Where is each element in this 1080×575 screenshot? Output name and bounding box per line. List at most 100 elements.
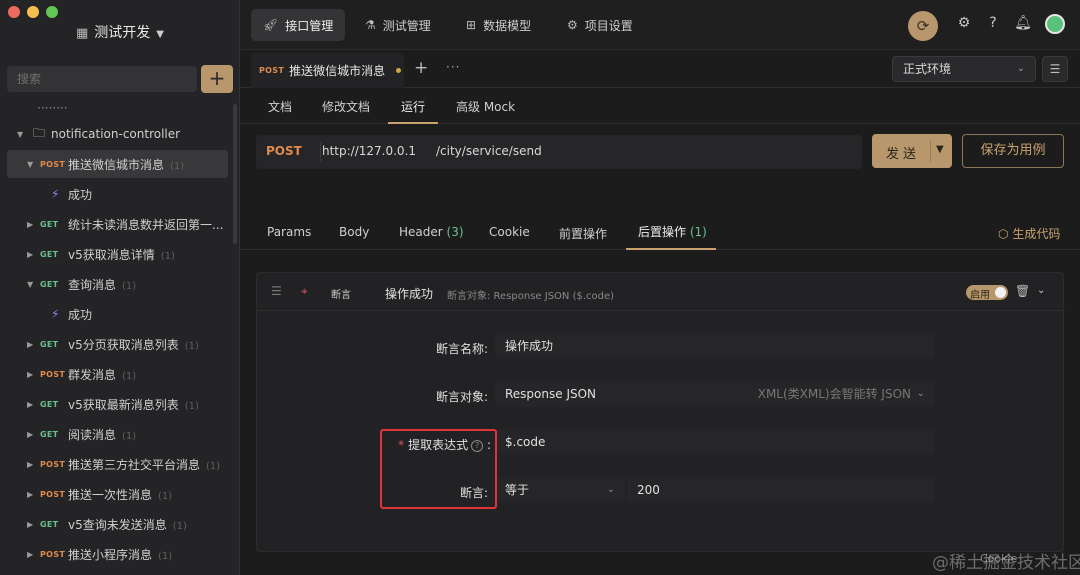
case-count: (1)	[170, 160, 185, 172]
base-url[interactable]: http://127.0.0.1	[322, 144, 416, 158]
assertion-name-input[interactable]: 操作成功	[495, 333, 935, 359]
zoom-window-button[interactable]	[46, 6, 58, 18]
caret-down-icon[interactable]: ▼	[27, 160, 33, 169]
send-button[interactable]: 发送 ▼	[872, 134, 952, 168]
trash-icon[interactable]: 🗑︎	[1015, 284, 1030, 298]
assertion-header[interactable]: ☰ ⌖ 断言 操作成功 断言对象: Response JSON ($.code)…	[257, 273, 1065, 311]
tree-folder[interactable]: ▼ 🗀 notification-controller	[7, 120, 228, 148]
caret-right-icon[interactable]: ▶	[27, 370, 33, 379]
tree-api-item[interactable]: ▼ GET 查询消息 (1)	[7, 270, 228, 298]
window-controls	[8, 6, 58, 18]
new-tab-button[interactable]: +	[414, 58, 428, 78]
sidebar-scrollbar[interactable]	[233, 104, 237, 244]
generate-code-button[interactable]: ⬡ 生成代码	[998, 225, 1060, 242]
tree-item-label: 推送小程序消息 (1)	[68, 547, 173, 562]
caret-right-icon[interactable]: ▶	[27, 550, 33, 559]
tab-api-management[interactable]: 🚀︎ 接口管理	[251, 9, 346, 41]
caret-right-icon[interactable]: ▶	[27, 220, 33, 229]
request-tab[interactable]: POST 推送微信城市消息	[251, 53, 404, 88]
tree-item-label: 阅读消息 (1)	[68, 427, 137, 442]
settings-icon[interactable]: ⚙	[954, 15, 974, 31]
caret-right-icon[interactable]: ▶	[27, 430, 33, 439]
tree-item-label: 推送微信城市消息 (1)	[68, 157, 185, 172]
chevron-down-icon[interactable]: ⌄	[1037, 285, 1045, 296]
chevron-down-icon[interactable]: ▼	[936, 144, 944, 155]
caret-right-icon[interactable]: ▶	[27, 520, 33, 529]
more-tabs-button[interactable]: ···	[446, 60, 460, 74]
comparison-select[interactable]: 等于 ⌄	[495, 477, 625, 503]
sync-button[interactable]: ⟳	[908, 11, 938, 41]
caret-down-icon: ▼	[156, 29, 164, 40]
request-tab-title: 推送微信城市消息	[289, 64, 386, 78]
environment-menu-button[interactable]: ☰	[1042, 56, 1068, 82]
enable-toggle[interactable]: 启用	[966, 285, 1008, 301]
case-count: (1)	[184, 340, 199, 352]
path-input[interactable]: /city/service/send	[436, 144, 542, 158]
gear-icon: ⚙	[567, 18, 578, 32]
search-input[interactable]	[7, 66, 197, 92]
minimize-window-button[interactable]	[27, 6, 39, 18]
assertion-target-select[interactable]: Response JSON XML(类XML)会智能转 JSON ⌄	[495, 381, 935, 407]
avatar[interactable]	[1045, 14, 1065, 34]
tree-case-item[interactable]: ⚡︎ 成功	[7, 180, 228, 208]
add-button[interactable]: +	[201, 65, 233, 93]
tab-data-model[interactable]: ⊞ 数据模型	[454, 9, 543, 41]
bolt-icon: ⚡︎	[51, 187, 60, 201]
sidebar: ▦ 测试开发 ▼ + ········ ▼ 🗀 notification-contr…	[0, 0, 240, 575]
environment-select[interactable]: 正式环境 ⌄	[892, 56, 1036, 82]
tab-test-management[interactable]: ⚗ 测试管理	[353, 9, 443, 41]
method-select[interactable]: POST	[266, 144, 302, 158]
tab-run[interactable]: 运行	[401, 98, 425, 115]
drag-handle-icon[interactable]: ☰	[271, 284, 282, 298]
assertion-name: 操作成功	[385, 287, 434, 301]
tab-doc[interactable]: 文档	[268, 98, 292, 115]
tab-advanced-mock[interactable]: 高级 Mock	[456, 98, 515, 115]
tab-project-settings[interactable]: ⚙ 项目设置	[555, 9, 645, 41]
tab-pre-operations[interactable]: 前置操作	[559, 225, 607, 242]
caret-right-icon[interactable]: ▶	[27, 250, 33, 259]
tree-api-item[interactable]: ▶ GET v5获取最新消息列表 (1)	[7, 390, 228, 418]
tree-case-item[interactable]: ⚡︎ 成功	[7, 300, 228, 328]
tab-edit-doc[interactable]: 修改文档	[322, 98, 370, 115]
tree-api-item[interactable]: ▶ GET v5查询未发送消息 (1)	[7, 510, 228, 538]
method-badge: GET	[40, 429, 59, 439]
assertion-desc: 断言对象: Response JSON ($.code)	[447, 291, 615, 302]
tab-params[interactable]: Params	[267, 225, 311, 239]
cube-icon: ⬡	[998, 227, 1009, 241]
refresh-icon: ⟳	[916, 17, 930, 35]
caret-right-icon[interactable]: ▶	[27, 400, 33, 409]
expected-value-input[interactable]: 200	[627, 477, 935, 503]
close-window-button[interactable]	[8, 6, 20, 18]
assertion-type: 断言	[331, 290, 351, 301]
tree-api-item[interactable]: ▼ POST 推送微信城市消息 (1)	[7, 150, 228, 178]
tree-api-item[interactable]: ▶ POST 推送第三方社交平台消息 (1)	[7, 450, 228, 478]
case-count: (1)	[206, 460, 221, 472]
tab-cookie[interactable]: Cookie	[489, 225, 530, 239]
project-switcher[interactable]: ▦ 测试开发 ▼	[0, 22, 240, 42]
caret-right-icon[interactable]: ▶	[27, 460, 33, 469]
caret-right-icon[interactable]: ▶	[27, 490, 33, 499]
cookie-badge: Cookie	[980, 552, 1018, 565]
request-tab-strip: POST 推送微信城市消息 + ··· 正式环境 ⌄ ☰	[240, 50, 1080, 88]
tab-body[interactable]: Body	[339, 225, 369, 239]
chevron-down-icon: ⌄	[916, 388, 925, 399]
tree-api-item[interactable]: ▶ GET 阅读消息 (1)	[7, 420, 228, 448]
bell-icon[interactable]: 🔔︎	[1013, 15, 1033, 31]
grid-icon: ▦	[76, 26, 89, 41]
tree-api-item[interactable]: ▶ POST 推送小程序消息 (1)	[7, 540, 228, 568]
tree-api-item[interactable]: ▶ GET v5获取消息详情 (1)	[7, 240, 228, 268]
tree-api-item[interactable]: ▶ POST 群发消息 (1)	[7, 360, 228, 388]
tab-header[interactable]: Header (3)	[399, 225, 464, 239]
model-icon: ⊞	[466, 18, 477, 32]
caret-down-icon[interactable]: ▼	[27, 280, 33, 289]
extract-expression-input[interactable]: $.code	[495, 429, 935, 455]
help-icon[interactable]: ?	[983, 15, 1003, 31]
caret-right-icon[interactable]: ▶	[27, 340, 33, 349]
tree-api-item[interactable]: ▶ POST 推送一次性消息 (1)	[7, 480, 228, 508]
tree-api-item[interactable]: ▶ GET v5分页获取消息列表 (1)	[7, 330, 228, 358]
method-badge: GET	[40, 399, 59, 409]
save-as-case-button[interactable]: 保存为用例	[962, 134, 1064, 168]
tab-post-operations[interactable]: 后置操作 (1)	[638, 223, 707, 240]
method-badge: GET	[40, 219, 59, 229]
tree-api-item[interactable]: ▶ GET 统计未读消息数并返回第一...	[7, 210, 228, 238]
